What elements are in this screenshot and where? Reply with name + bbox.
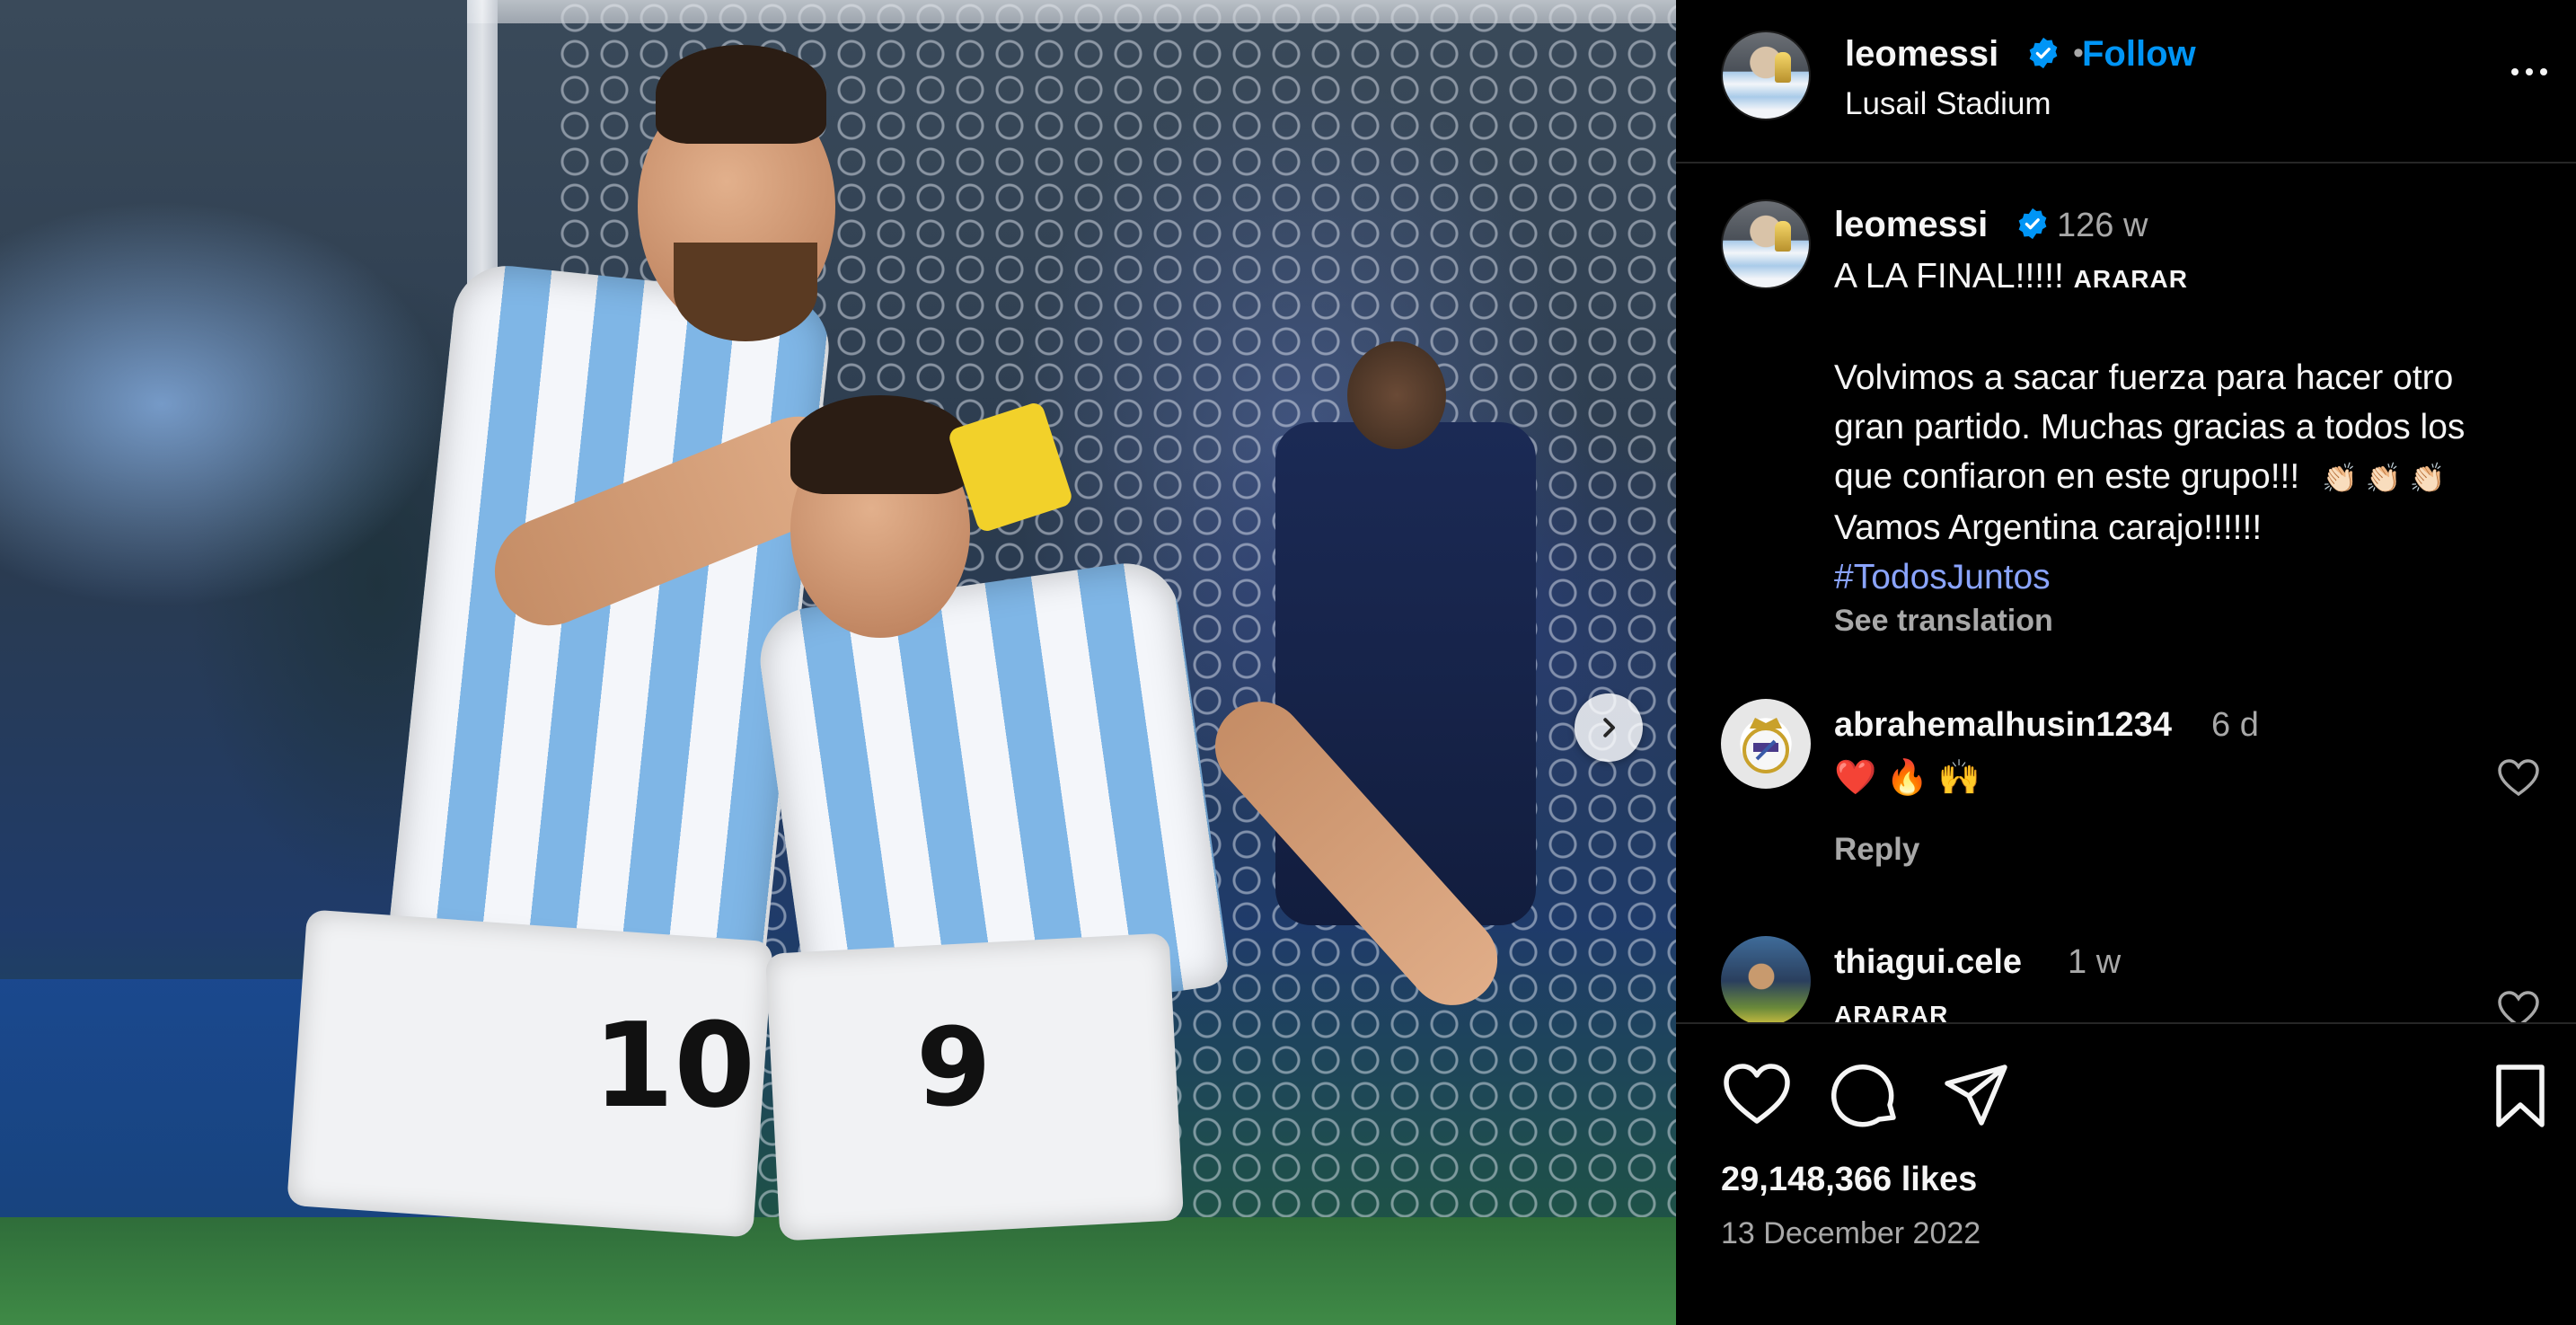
post-header: leomessi • Follow Lusail Stadium (1676, 0, 2576, 163)
actions-divider (1676, 1022, 2576, 1024)
caption-avatar[interactable] (1721, 199, 1811, 289)
player-nine-number: 9 (916, 1006, 992, 1131)
comment-text: ARARAR (1834, 1001, 1949, 1022)
caption-time[interactable]: 126 w (2057, 207, 2148, 245)
verified-badge-icon (2029, 37, 2058, 69)
comment-bubble-icon[interactable] (1831, 1060, 1902, 1132)
caption-headline-tag: ARARAR (2073, 265, 2188, 293)
avatar[interactable] (1721, 31, 1811, 120)
player-nine: 9 (0, 0, 1676, 1325)
trophy-icon (1775, 52, 1791, 83)
caption-body-line: que confiaron en este grupo!!! (1834, 457, 2300, 496)
post-date[interactable]: 13 December 2022 (1721, 1216, 1981, 1251)
hashtag-link[interactable]: #TodosJuntos (1834, 552, 2553, 602)
comment-row: thiagui.cele 1 w ARARAR (1676, 925, 2576, 1022)
caption-body-line: Volvimos a sacar fuerza para hacer otro (1834, 358, 2454, 397)
clapping-hands-emojis: 👏🏻 👏🏻 👏🏻 (2322, 462, 2446, 495)
heart-icon[interactable] (1721, 1060, 1793, 1132)
verified-badge-icon (2018, 208, 2047, 240)
paper-plane-icon[interactable] (1940, 1060, 2012, 1132)
commenter-username[interactable]: thiagui.cele (1834, 943, 2022, 982)
player-nine-hair (790, 395, 970, 494)
caption-author-username[interactable]: leomessi (1834, 205, 1988, 245)
caption-body-line: gran partido. Muchas gracias a todos los (1834, 408, 2466, 446)
player-nine-arm (1196, 683, 1516, 1024)
caption-text: A LA FINAL!!!!! ARARAR Volvimos a sacar … (1834, 252, 2553, 602)
comment-text: ❤️ 🔥 🙌 (1834, 759, 1981, 797)
comment-like-heart-icon[interactable] (2497, 990, 2540, 1022)
commenter-avatar[interactable] (1721, 699, 1811, 789)
trophy-icon (1775, 221, 1791, 252)
more-dot (2511, 68, 2519, 75)
follow-button[interactable]: Follow (2082, 34, 2196, 75)
post-location[interactable]: Lusail Stadium (1845, 86, 2051, 122)
club-crest-icon (1742, 718, 1789, 773)
comment-time[interactable]: 6 d (2211, 706, 2259, 745)
next-image-button[interactable] (1575, 693, 1643, 762)
post-side-panel: leomessi • Follow Lusail Stadium leomess… (1676, 0, 2576, 1325)
post-author-username[interactable]: leomessi (1845, 34, 1998, 75)
likes-count[interactable]: 29,148,366 likes (1721, 1161, 1977, 1199)
caption-headline: A LA FINAL!!!!! ARARAR (1834, 252, 2553, 304)
commenter-avatar[interactable] (1721, 936, 1811, 1022)
commenter-username[interactable]: abrahemalhusin1234 (1834, 706, 2172, 745)
more-dot (2526, 68, 2533, 75)
bookmark-icon[interactable] (2484, 1060, 2556, 1132)
see-translation-link[interactable]: See translation (1834, 604, 2053, 639)
caption-body-line: Vamos Argentina carajo!!!!!! (1834, 508, 2263, 548)
comment-time[interactable]: 1 w (2068, 943, 2121, 982)
caption-body-line-emojis: que confiaron en este grupo!!! 👏🏻 👏🏻 👏🏻 (1834, 452, 2553, 503)
post-image[interactable]: 10 9 (0, 0, 1676, 1325)
more-options-icon[interactable] (2511, 61, 2558, 83)
reply-button[interactable]: Reply (1834, 832, 1919, 868)
caption-headline-text: A LA FINAL!!!!! (1834, 257, 2064, 296)
chevron-right-icon (1603, 718, 1615, 738)
more-dot (2540, 68, 2547, 75)
comment-like-heart-icon[interactable] (2497, 758, 2540, 798)
